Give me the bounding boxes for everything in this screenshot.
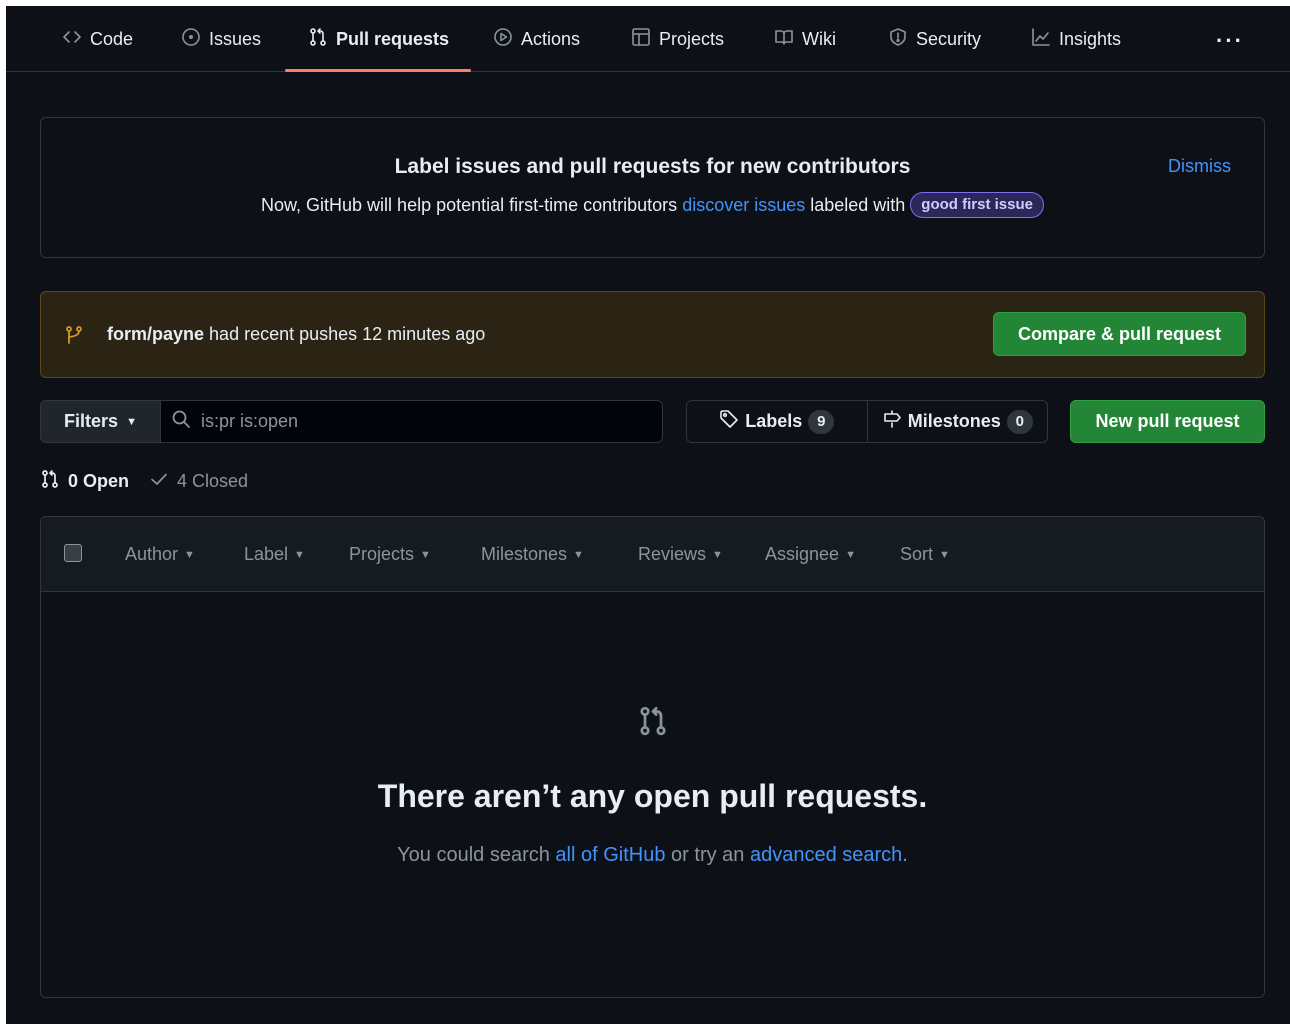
tab-code-label: Code [90,28,134,49]
tab-security[interactable]: Security [888,20,981,58]
app-window: Code Issues Pull requests Actions Projec… [6,6,1290,1024]
reviews-filter-label: Reviews [638,544,707,564]
banner-text-before: Now, GitHub will help potential first-ti… [261,194,678,215]
caret-down-icon: ▼ [939,548,950,561]
open-prs-label: 0 Open [68,471,130,491]
issue-opened-icon [181,27,201,52]
tab-actions[interactable]: Actions [493,20,580,58]
repo-tab-nav: Code Issues Pull requests Actions Projec… [6,6,1290,72]
table-icon [631,27,651,52]
graph-icon [1031,27,1051,52]
labels-label: Labels [745,411,803,431]
tab-actions-label: Actions [521,28,581,49]
tab-security-label: Security [916,28,982,49]
tab-pull-requests-label: Pull requests [336,28,450,49]
caret-down-icon: ▼ [294,548,305,561]
caret-down-icon: ▼ [712,548,723,561]
blankslate: There aren’t any open pull requests. You… [41,592,1264,997]
git-branch-icon [64,325,84,345]
blankslate-text-1: You could search [397,844,550,866]
tab-insights[interactable]: Insights [1031,20,1121,58]
branch-name[interactable]: form/payne [107,324,204,344]
recent-pushes-banner: form/payne had recent pushes 12 minutes … [40,291,1265,378]
recent-pushes-message: had recent pushes 12 minutes ago [209,324,486,344]
blankslate-text: You could search all of GitHub or try an… [41,844,1264,867]
caret-down-icon: ▼ [126,415,137,428]
dismiss-button[interactable]: Dismiss [1168,156,1231,177]
projects-filter-label: Projects [349,544,415,564]
search-icon [171,409,191,434]
code-icon [62,27,82,52]
search-input[interactable] [201,411,641,432]
pull-request-list: Author ▼ Label ▼ Projects ▼ Milestones ▼ Rev… [40,516,1265,998]
git-pull-request-icon [637,705,669,737]
new-pull-request-button[interactable]: New pull request [1070,400,1265,443]
tab-wiki[interactable]: Wiki [774,20,836,58]
sort-filter[interactable]: Sort ▼ [900,544,950,565]
tab-insights-label: Insights [1059,28,1122,49]
tab-issues[interactable]: Issues [181,20,261,58]
label-filter[interactable]: Label ▼ [244,544,305,565]
pr-state-toggle: 0 Open 4 Closed [40,469,248,494]
open-prs-link[interactable]: 0 Open [40,469,129,494]
reviews-filter[interactable]: Reviews ▼ [638,544,723,565]
git-pull-request-icon [308,27,328,52]
caret-down-icon: ▼ [184,548,195,561]
discover-issues-link[interactable]: discover issues [682,195,805,216]
closed-prs-label: 4 Closed [177,471,249,491]
blankslate-text-3: . [902,844,908,866]
search-box [160,400,663,443]
tab-projects-label: Projects [659,28,725,49]
author-filter[interactable]: Author ▼ [125,544,195,565]
caret-down-icon: ▼ [845,548,856,561]
tab-pull-requests[interactable]: Pull requests [308,20,449,58]
tab-wiki-label: Wiki [802,28,836,49]
blankslate-text-2: or try an [671,844,745,866]
milestones-filter[interactable]: Milestones ▼ [481,544,584,565]
milestone-icon [882,409,902,434]
projects-filter[interactable]: Projects ▼ [349,544,431,565]
compare-pull-request-button[interactable]: Compare & pull request [993,312,1246,356]
assignee-filter-label: Assignee [765,544,840,564]
tab-issues-label: Issues [209,28,262,49]
good-first-issue-label[interactable]: good first issue [910,192,1044,218]
tab-code[interactable]: Code [62,20,133,58]
closed-prs-link[interactable]: 4 Closed [149,469,248,494]
label-filter-label: Label [244,544,289,564]
git-pull-request-icon [40,469,60,494]
more-tabs-button[interactable]: ··· [1216,28,1244,54]
select-all-checkbox[interactable] [64,544,82,562]
tag-icon [719,409,739,434]
selected-tab-underline [285,69,471,72]
banner-title: Label issues and pull requests for new c… [394,155,911,178]
author-filter-label: Author [125,544,179,564]
new-contributors-banner: Label issues and pull requests for new c… [40,117,1265,258]
sort-filter-label: Sort [900,544,934,564]
filters-dropdown-button[interactable]: Filters ▼ [40,400,161,443]
play-icon [493,27,513,52]
caret-down-icon: ▼ [420,548,431,561]
book-icon [774,27,794,52]
advanced-search-link[interactable]: advanced search [750,844,902,866]
banner-text-after: labeled with [810,194,906,215]
tab-projects[interactable]: Projects [631,20,724,58]
list-header: Author ▼ Label ▼ Projects ▼ Milestones ▼ Rev… [41,517,1264,592]
labels-count: 9 [808,409,835,434]
shield-icon [888,27,908,52]
milestones-label: Milestones [907,411,1001,431]
filters-label: Filters [64,411,119,431]
assignee-filter[interactable]: Assignee ▼ [765,544,856,565]
milestones-count: 0 [1006,409,1033,434]
labels-milestones-group: Labels 9 Milestones 0 [686,400,1048,443]
milestones-button[interactable]: Milestones 0 [866,401,1048,442]
recent-pushes-text: form/payne had recent pushes 12 minutes … [107,324,485,345]
milestones-filter-label: Milestones [481,544,568,564]
banner-text: Now, GitHub will help potential first-ti… [41,192,1264,218]
blankslate-title: There aren’t any open pull requests. [377,778,928,814]
caret-down-icon: ▼ [573,548,584,561]
check-icon [149,469,169,494]
labels-button[interactable]: Labels 9 [687,401,867,442]
all-of-github-link[interactable]: all of GitHub [555,844,665,866]
